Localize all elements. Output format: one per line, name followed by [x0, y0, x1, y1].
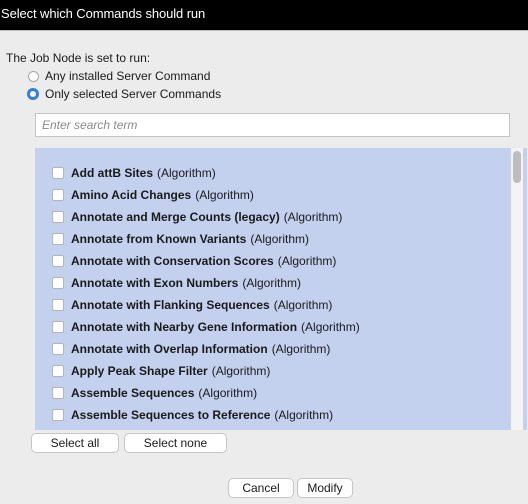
command-kind: (Algorithm) [250, 232, 310, 246]
select-none-button[interactable]: Select none [124, 433, 227, 453]
command-kind: (Algorithm) [277, 254, 337, 268]
list-item[interactable]: Annotate with Overlap Information (Algor… [52, 341, 330, 357]
command-name: Annotate from Known Variants [71, 232, 247, 246]
command-kind: (Algorithm) [271, 342, 331, 356]
checkbox[interactable] [52, 343, 64, 355]
list-item[interactable]: Annotate and Merge Counts (legacy) (Algo… [52, 209, 342, 225]
command-name: Annotate with Flanking Sequences [71, 298, 270, 312]
list-item[interactable]: Apply Peak Shape Filter (Algorithm) [52, 363, 270, 379]
command-name: Add attB Sites [71, 166, 154, 180]
list-item[interactable]: Annotate from Known Variants (Algorithm) [52, 231, 309, 247]
command-kind: (Algorithm) [211, 364, 271, 378]
radio-selected-icon[interactable] [27, 88, 39, 100]
command-list[interactable]: Add attB Sites (Algorithm) Amino Acid Ch… [35, 148, 527, 430]
command-name: Annotate and Merge Counts (legacy) [71, 210, 280, 224]
command-name: Annotate with Nearby Gene Information [71, 320, 298, 334]
checkbox[interactable] [52, 211, 64, 223]
list-item[interactable]: Amino Acid Changes (Algorithm) [52, 187, 254, 203]
option-label: Only selected Server Commands [45, 87, 222, 101]
command-name: Annotate with Conservation Scores [71, 254, 274, 268]
command-name: Amino Acid Changes [71, 188, 192, 202]
command-kind: (Algorithm) [195, 188, 254, 202]
checkbox[interactable] [52, 409, 64, 421]
option-any-installed-commands[interactable]: Any installed Server Command [28, 68, 210, 84]
command-kind: (Algorithm) [157, 166, 216, 180]
command-kind: (Algorithm) [198, 386, 258, 400]
list-item[interactable]: Annotate with Conservation Scores (Algor… [52, 253, 336, 269]
job-node-intro-label: The Job Node is set to run: [6, 51, 151, 65]
command-kind: (Algorithm) [242, 276, 302, 290]
checkbox[interactable] [52, 299, 64, 311]
checkbox[interactable] [52, 277, 64, 289]
scrollbar-thumb[interactable] [513, 151, 521, 183]
window-title: Select which Commands should run [1, 6, 206, 21]
checkbox[interactable] [52, 387, 64, 399]
checkbox[interactable] [52, 189, 64, 201]
checkbox[interactable] [52, 233, 64, 245]
command-kind: (Algorithm) [301, 320, 360, 334]
option-only-selected-commands[interactable]: Only selected Server Commands [27, 86, 221, 102]
option-label: Any installed Server Command [45, 69, 211, 83]
command-kind: (Algorithm) [273, 298, 333, 312]
select-all-button[interactable]: Select all [31, 433, 119, 453]
command-kind: (Algorithm) [274, 408, 334, 422]
list-item[interactable]: Annotate with Nearby Gene Information (A… [52, 319, 360, 335]
command-selection-dialog: The Job Node is set to run: Any installe… [0, 30, 528, 504]
search-input[interactable] [35, 113, 510, 137]
checkbox[interactable] [52, 321, 64, 333]
list-item[interactable]: Assemble Sequences (Algorithm) [52, 385, 257, 401]
checkbox[interactable] [52, 255, 64, 267]
checkbox[interactable] [52, 167, 64, 179]
command-name: Assemble Sequences to Reference [71, 408, 271, 422]
list-item[interactable]: Annotate with Exon Numbers (Algorithm) [52, 275, 301, 291]
command-name: Annotate with Overlap Information [71, 342, 268, 356]
modify-button[interactable]: Modify [297, 478, 353, 498]
command-kind: (Algorithm) [283, 210, 343, 224]
cancel-button[interactable]: Cancel [228, 478, 294, 498]
list-item[interactable]: Add attB Sites (Algorithm) [52, 165, 216, 181]
checkbox[interactable] [52, 365, 64, 377]
list-item[interactable]: Assemble Sequences to Reference (Algorit… [52, 407, 333, 423]
list-scrollbar[interactable] [511, 148, 523, 430]
radio-unselected-icon[interactable] [28, 70, 39, 82]
command-name: Annotate with Exon Numbers [71, 276, 239, 290]
window-title-bar: Select which Commands should run [0, 0, 528, 30]
command-name: Assemble Sequences [71, 386, 195, 400]
command-name: Apply Peak Shape Filter [71, 364, 208, 378]
list-item[interactable]: Annotate with Flanking Sequences (Algori… [52, 297, 332, 313]
